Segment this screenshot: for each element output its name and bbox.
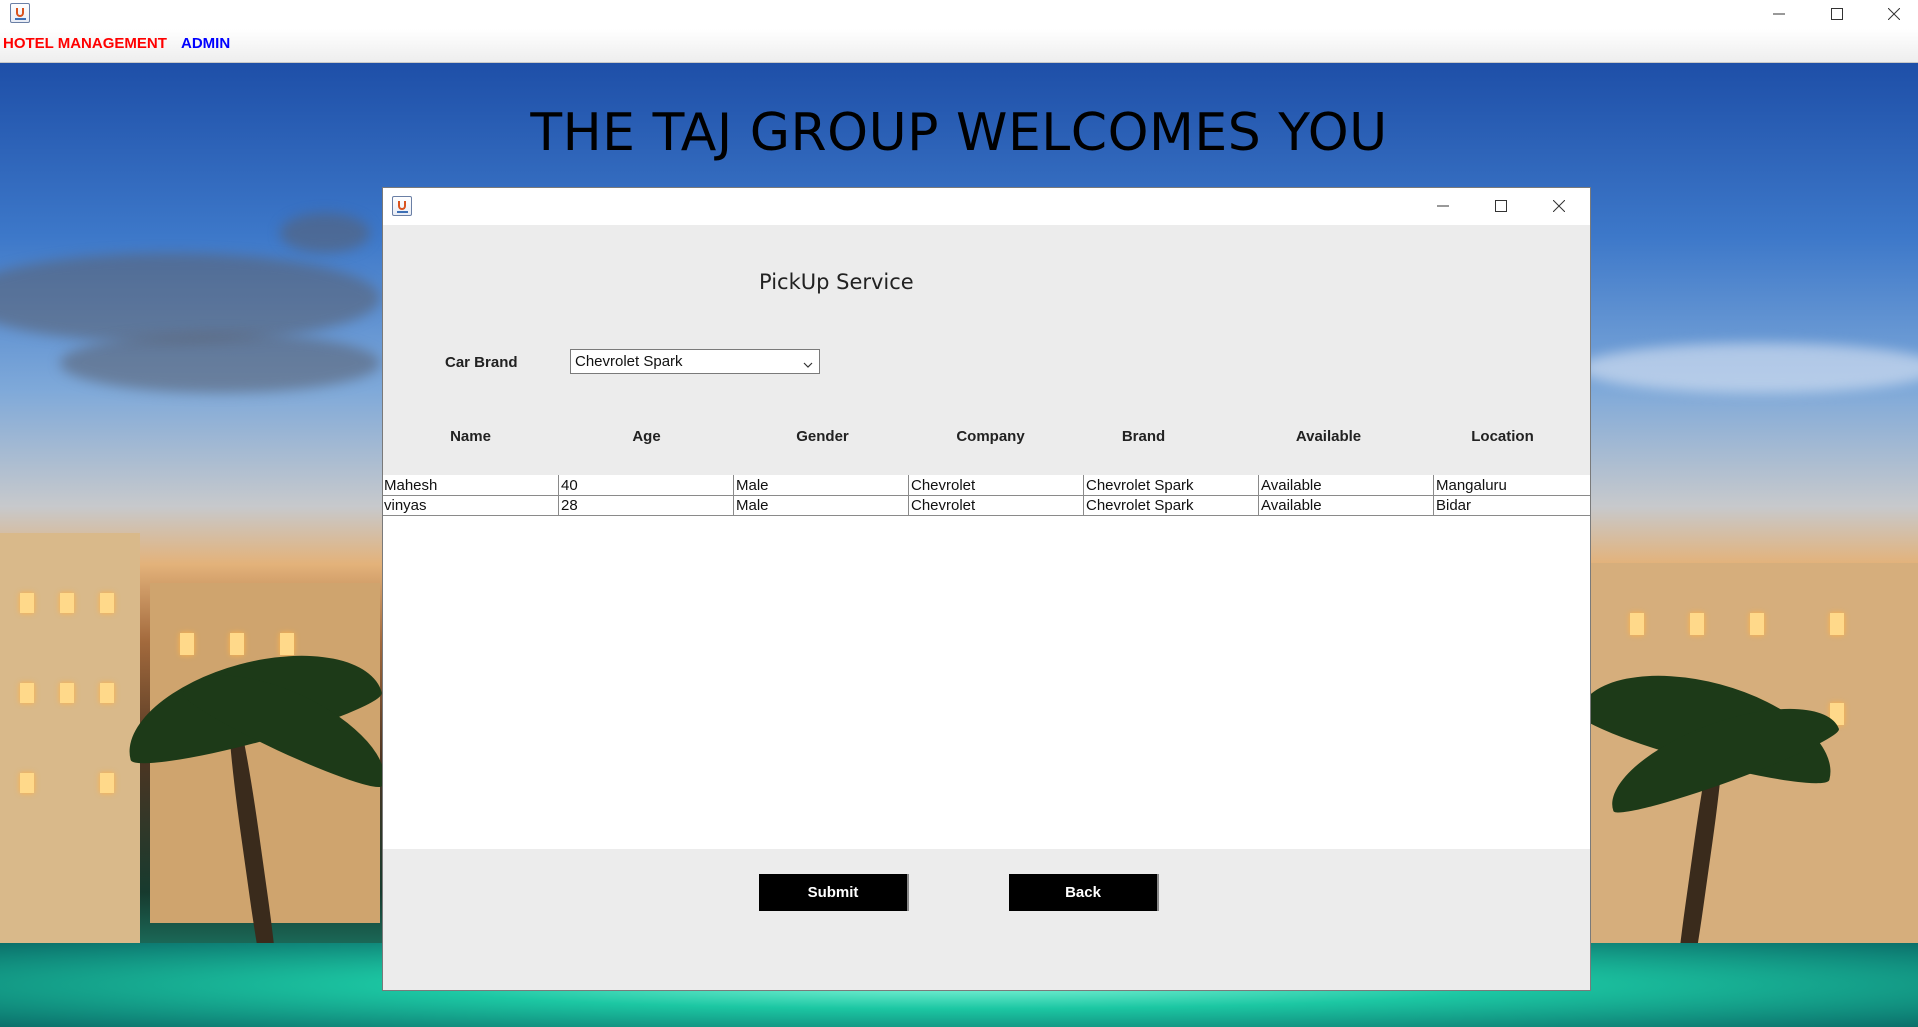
menu-hotel-management[interactable]: HOTEL MANAGEMENT xyxy=(3,35,167,52)
table-cell[interactable]: Chevrolet Spark xyxy=(1083,475,1258,495)
column-header-brand[interactable]: Brand xyxy=(1056,428,1231,445)
car-brand-select[interactable]: Chevrolet Spark xyxy=(570,349,820,374)
table-cell[interactable]: Available xyxy=(1258,495,1433,515)
column-header-name[interactable]: Name xyxy=(383,428,558,445)
dialog-titlebar xyxy=(383,188,1590,225)
column-header-company[interactable]: Company xyxy=(903,428,1078,445)
java-app-icon xyxy=(392,196,412,216)
table-cell[interactable]: Chevrolet xyxy=(908,475,1083,495)
table-cell[interactable]: Available xyxy=(1258,475,1433,495)
car-brand-label: Car Brand xyxy=(445,354,518,371)
table-cell[interactable]: Mahesh xyxy=(383,475,558,495)
table-cell[interactable]: Bidar xyxy=(1433,495,1590,515)
table-cell[interactable]: Male xyxy=(733,495,908,515)
back-button[interactable]: Back xyxy=(1009,874,1159,911)
driver-table: Mahesh 40 Male Chevrolet Chevrolet Spark… xyxy=(383,475,1590,849)
column-header-age[interactable]: Age xyxy=(559,428,734,445)
menu-admin[interactable]: ADMIN xyxy=(181,35,230,52)
table-cell[interactable]: 28 xyxy=(558,495,733,515)
dialog-title: PickUp Service xyxy=(759,270,914,294)
table-cell[interactable]: vinyas xyxy=(383,495,558,515)
dialog-maximize-icon[interactable] xyxy=(1478,192,1524,220)
car-brand-selected-value: Chevrolet Spark xyxy=(575,353,683,370)
pickup-service-dialog: PickUp Service Car Brand Chevrolet Spark… xyxy=(382,187,1591,991)
welcome-headline: THE TAJ GROUP WELCOMES YOU xyxy=(530,103,1388,163)
menu-bar: HOTEL MANAGEMENT ADMIN xyxy=(0,29,1918,63)
table-cell[interactable]: Chevrolet xyxy=(908,495,1083,515)
column-header-location[interactable]: Location xyxy=(1415,428,1590,445)
submit-button[interactable]: Submit xyxy=(759,874,909,911)
table-row[interactable]: Mahesh 40 Male Chevrolet Chevrolet Spark… xyxy=(383,475,1590,496)
table-cell[interactable]: 40 xyxy=(558,475,733,495)
minimize-icon[interactable] xyxy=(1756,0,1802,28)
maximize-icon[interactable] xyxy=(1814,0,1860,28)
table-row[interactable]: vinyas 28 Male Chevrolet Chevrolet Spark… xyxy=(383,495,1590,516)
dialog-minimize-icon[interactable] xyxy=(1420,192,1466,220)
column-header-available[interactable]: Available xyxy=(1241,428,1416,445)
table-header: Name Age Gender Company Brand Available … xyxy=(383,428,1590,458)
java-app-icon xyxy=(10,3,30,23)
dialog-close-icon[interactable] xyxy=(1536,192,1582,220)
chevron-down-icon xyxy=(803,356,813,373)
column-header-gender[interactable]: Gender xyxy=(735,428,910,445)
table-cell[interactable]: Mangaluru xyxy=(1433,475,1590,495)
table-cell[interactable]: Male xyxy=(733,475,908,495)
main-window-titlebar xyxy=(0,0,1918,29)
close-icon[interactable] xyxy=(1871,0,1917,28)
table-cell[interactable]: Chevrolet Spark xyxy=(1083,495,1258,515)
